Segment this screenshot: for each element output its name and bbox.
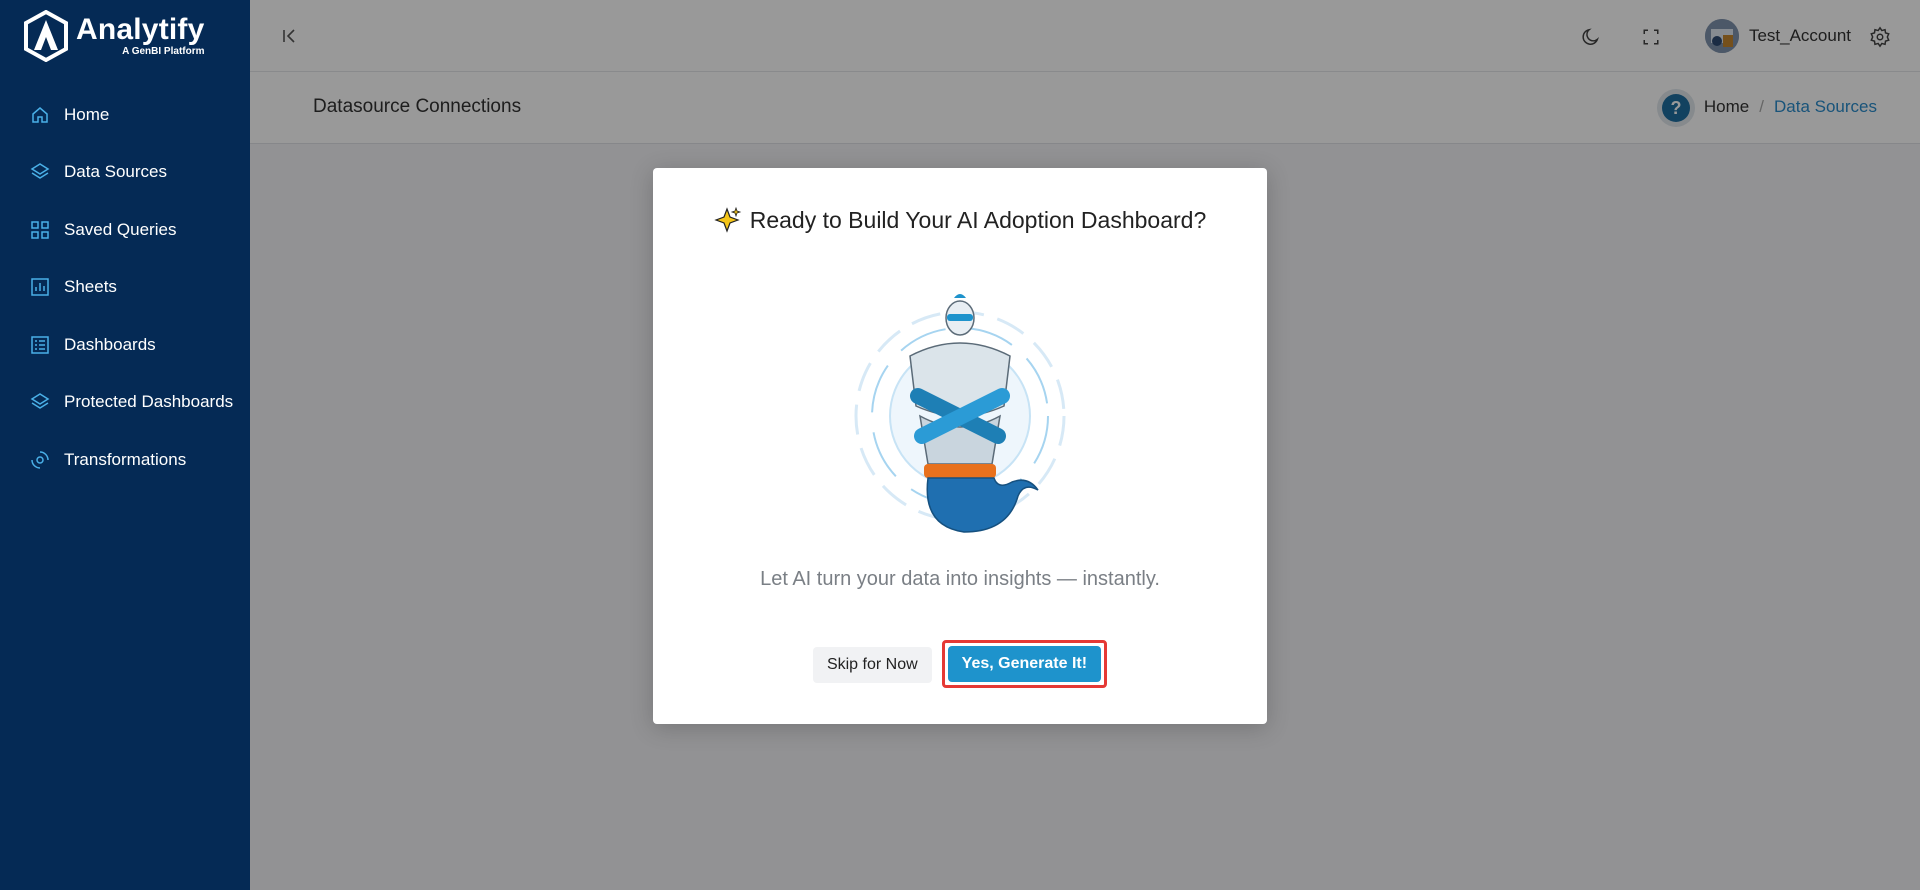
- sidebar-item-label: Protected Dashboards: [64, 392, 234, 412]
- brand-tagline: A GenBI Platform: [122, 46, 205, 57]
- sidebar-item-home[interactable]: Home: [0, 86, 250, 144]
- sidebar-nav: Home Data Sources Saved Queries Sheets D…: [0, 86, 250, 489]
- skip-button[interactable]: Skip for Now: [812, 647, 932, 683]
- layers-icon: [30, 392, 50, 412]
- sidebar-item-sheets[interactable]: Sheets: [0, 259, 250, 317]
- layers-icon: [30, 162, 50, 182]
- sidebar-item-label: Dashboards: [64, 334, 156, 354]
- sparkle-icon: [714, 206, 741, 233]
- home-icon: [30, 105, 50, 125]
- modal-title: Ready to Build Your AI Adoption Dashboar…: [653, 206, 1267, 234]
- grid-icon: [30, 220, 50, 240]
- sidebar-item-dashboards[interactable]: Dashboards: [0, 316, 250, 374]
- sidebar-item-label: Data Sources: [64, 162, 167, 182]
- bar-chart-icon: [30, 277, 50, 297]
- sidebar-item-label: Home: [64, 104, 110, 124]
- brand[interactable]: Analytify A GenBI Platform: [0, 0, 250, 72]
- sidebar-item-label: Saved Queries: [64, 219, 177, 239]
- analytify-logo-icon: [24, 10, 68, 62]
- sidebar-item-transformations[interactable]: Transformations: [0, 431, 250, 489]
- sidebar-item-saved-queries[interactable]: Saved Queries: [0, 201, 250, 259]
- modal-title-text: Ready to Build Your AI Adoption Dashboar…: [749, 206, 1207, 233]
- sidebar-item-data-sources[interactable]: Data Sources: [0, 144, 250, 202]
- modal-subtitle: Let AI turn your data into insights — in…: [760, 568, 1160, 590]
- sidebar-item-label: Transformations: [64, 449, 187, 469]
- ai-dashboard-modal: Ready to Build Your AI Adoption Dashboar…: [653, 168, 1267, 724]
- transform-icon: [30, 450, 50, 470]
- ai-genie-illustration: [854, 294, 1066, 533]
- highlight-box: Yes, Generate It!: [941, 640, 1108, 688]
- list-icon: [30, 335, 50, 355]
- sidebar-item-label: Sheets: [64, 277, 117, 297]
- generate-button[interactable]: Yes, Generate It!: [947, 646, 1102, 682]
- sidebar-item-protected-dashboards[interactable]: Protected Dashboards: [0, 374, 250, 432]
- modal-actions: Skip for Now Yes, Generate It!: [653, 640, 1267, 688]
- sidebar: Analytify A GenBI Platform Home Data Sou…: [0, 0, 250, 890]
- brand-name: Analytify: [76, 13, 205, 46]
